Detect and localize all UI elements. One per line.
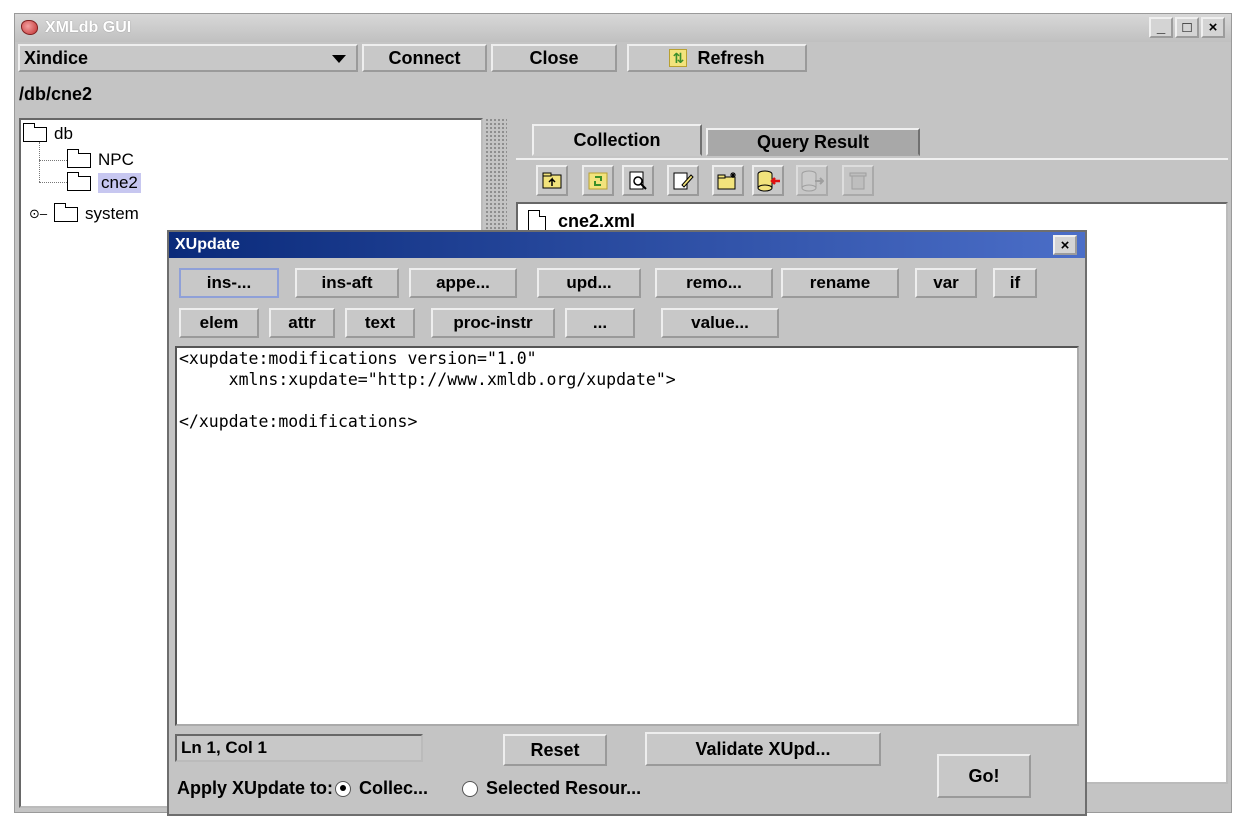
tree-node-db[interactable]: db: [22, 122, 73, 144]
tree-node-label: db: [54, 124, 73, 143]
driver-select-value: Xindice: [24, 47, 89, 68]
tree-node-label: system: [85, 204, 139, 223]
import-icon[interactable]: [752, 165, 784, 196]
apply-label: Apply XUpdate to:: [177, 778, 333, 798]
radio-selected-resource-label[interactable]: Selected Resour...: [486, 778, 641, 799]
refresh-icon: ⇅: [669, 49, 688, 67]
tree-node-system[interactable]: ⊙– system: [29, 202, 139, 224]
find-icon[interactable]: [622, 165, 654, 196]
append-button[interactable]: appe...: [409, 268, 517, 298]
insert-after-button[interactable]: ins-aft: [295, 268, 399, 298]
variable-button[interactable]: var: [915, 268, 977, 298]
folder-icon: [66, 148, 91, 168]
more-button[interactable]: ...: [565, 308, 635, 338]
tree-node-cne2[interactable]: cne2: [66, 171, 141, 193]
new-collection-icon[interactable]: [712, 165, 744, 196]
tree-node-label: NPC: [98, 150, 134, 169]
text-button[interactable]: text: [345, 308, 415, 338]
xmldb-app-icon: [19, 18, 41, 38]
maximize-button[interactable]: □: [1175, 17, 1199, 38]
resource-name: cne2.xml: [558, 210, 636, 231]
update-button[interactable]: upd...: [537, 268, 641, 298]
window-title: XMLdb GUI: [45, 19, 132, 36]
element-button[interactable]: elem: [179, 308, 259, 338]
tree-node-npc[interactable]: NPC: [66, 148, 134, 170]
reset-button[interactable]: Reset: [503, 734, 607, 766]
export-icon[interactable]: [796, 165, 828, 196]
value-of-button[interactable]: value...: [661, 308, 779, 338]
dialog-close-button[interactable]: ×: [1053, 235, 1077, 255]
go-button[interactable]: Go!: [937, 754, 1031, 798]
collection-toolbar: [516, 158, 1228, 200]
rename-button[interactable]: rename: [781, 268, 899, 298]
cursor-position-status: Ln 1, Col 1: [175, 734, 423, 762]
tree-connector: [39, 182, 67, 183]
xupdate-dialog: XUpdate × ins-... ins-aft appe... upd...…: [167, 230, 1087, 816]
tab-query-result[interactable]: Query Result: [706, 128, 920, 156]
current-path: /db/cne2: [19, 84, 93, 104]
close-button[interactable]: Close: [491, 44, 617, 72]
editor-line: </xupdate:modifications>: [179, 412, 418, 431]
tree-node-label: cne2: [98, 173, 141, 193]
chevron-down-icon[interactable]: [332, 55, 346, 63]
file-icon: [528, 210, 546, 232]
folder-icon: [53, 202, 78, 222]
xupdate-editor[interactable]: <xupdate:modifications version="1.0" xml…: [175, 346, 1079, 726]
radio-collection[interactable]: [335, 780, 351, 797]
if-button[interactable]: if: [993, 268, 1037, 298]
tree-connector: [39, 142, 40, 182]
remove-button[interactable]: remo...: [655, 268, 773, 298]
edit-icon[interactable]: [667, 165, 699, 196]
title-bar[interactable]: XMLdb GUI _ □ ×: [15, 14, 1231, 42]
editor-line: <xupdate:modifications version="1.0": [179, 349, 537, 368]
validate-xupdate-button[interactable]: Validate XUpd...: [645, 732, 881, 766]
refresh-button[interactable]: ⇅ Refresh: [627, 44, 807, 72]
connect-button[interactable]: Connect: [362, 44, 487, 72]
list-item[interactable]: cne2.xml: [528, 210, 635, 232]
apply-target-group: Apply XUpdate to: Collec... Selected Res…: [177, 778, 641, 799]
refresh-button-label: Refresh: [697, 47, 765, 68]
main-toolbar: Xindice Connect Close ⇅ Refresh: [15, 42, 1231, 74]
editor-line: xmlns:xupdate="http://www.xmldb.org/xupd…: [179, 370, 676, 389]
folder-icon: [66, 171, 91, 191]
refresh-icon[interactable]: [582, 165, 614, 196]
radio-selected-resource[interactable]: [462, 780, 479, 797]
insert-before-button[interactable]: ins-...: [179, 268, 279, 298]
folder-icon: [22, 122, 47, 142]
tab-collection[interactable]: Collection: [532, 124, 702, 156]
dialog-title: XUpdate: [175, 236, 240, 253]
expand-toggle-icon[interactable]: ⊙–: [29, 206, 51, 222]
processing-instruction-button[interactable]: proc-instr: [431, 308, 555, 338]
driver-select[interactable]: Xindice: [18, 44, 358, 72]
close-window-button[interactable]: ×: [1201, 17, 1225, 38]
delete-icon[interactable]: [842, 165, 874, 196]
tree-connector: [39, 160, 67, 161]
radio-collection-label[interactable]: Collec...: [359, 778, 428, 799]
parent-collection-icon[interactable]: [536, 165, 568, 196]
attribute-button[interactable]: attr: [269, 308, 335, 338]
minimize-button[interactable]: _: [1149, 17, 1173, 38]
dialog-title-bar[interactable]: XUpdate ×: [169, 232, 1085, 258]
